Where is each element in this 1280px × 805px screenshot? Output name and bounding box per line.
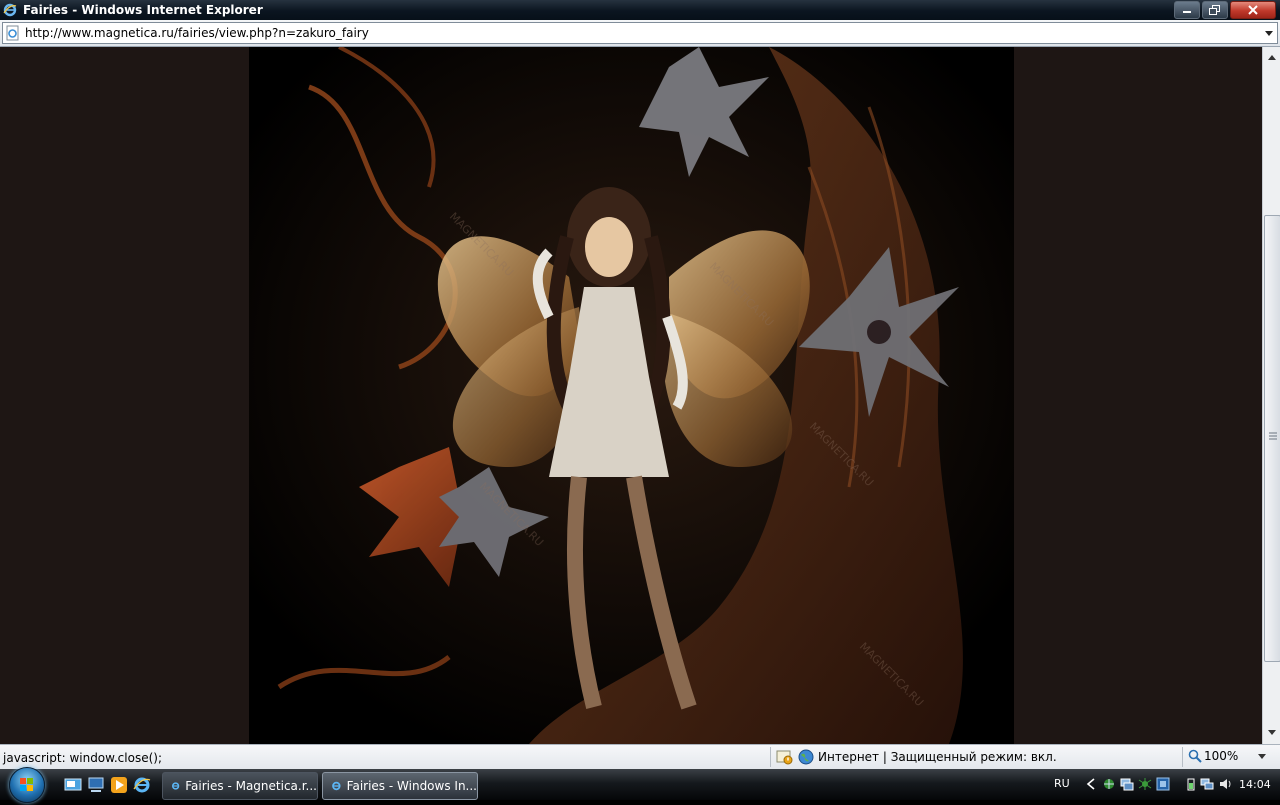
address-field[interactable]: http://www.magnetica.ru/fairies/view.php… [2, 22, 1278, 44]
clock[interactable]: 14:04 [1239, 778, 1271, 791]
restore-icon [1209, 5, 1220, 15]
address-url[interactable]: http://www.magnetica.ru/fairies/view.php… [25, 26, 1261, 40]
window-title: Fairies - Windows Internet Explorer [23, 3, 263, 17]
grip-icon [1269, 432, 1277, 440]
status-divider [1182, 747, 1183, 767]
system-tray: RU 14:04 [1046, 769, 1280, 800]
start-button[interactable] [9, 767, 45, 803]
antivirus-icon[interactable] [1102, 777, 1116, 791]
zoom-level: 100% [1204, 749, 1239, 763]
security-zone[interactable]: Интернет | Защищенный режим: вкл. [776, 749, 1057, 765]
close-button[interactable] [1230, 1, 1276, 19]
media-player-icon[interactable] [110, 776, 128, 794]
scroll-thumb[interactable] [1264, 215, 1280, 662]
status-text: javascript: window.close(); [3, 751, 162, 765]
zone-label: Интернет | Защищенный режим: вкл. [818, 750, 1057, 764]
battery-icon[interactable] [1184, 777, 1198, 791]
ie-icon [3, 3, 17, 17]
minimize-button[interactable] [1174, 1, 1200, 19]
connection-icon[interactable] [1156, 777, 1170, 791]
spider-icon[interactable] [1138, 777, 1152, 791]
ie-icon [332, 781, 341, 791]
chevron-up-icon [1268, 54, 1276, 60]
taskbar-task-ie-window[interactable]: Fairies - Windows In... [322, 772, 478, 800]
restore-button[interactable] [1202, 1, 1228, 19]
ie-icon[interactable] [133, 776, 151, 794]
minimize-icon [1183, 11, 1191, 13]
page-icon [6, 25, 19, 41]
network-icon[interactable] [1120, 777, 1134, 791]
show-desktop-icon[interactable] [64, 776, 82, 794]
switch-windows-icon[interactable] [87, 776, 105, 794]
scroll-down-button[interactable] [1264, 724, 1280, 740]
chevron-down-icon [1265, 30, 1273, 36]
network-status-icon[interactable] [1200, 777, 1214, 791]
chevron-down-icon [1268, 729, 1276, 735]
ie-icon [171, 782, 180, 790]
status-divider [770, 747, 771, 767]
close-icon [1248, 5, 1258, 15]
globe-icon [798, 749, 814, 765]
title-bar: Fairies - Windows Internet Explorer [0, 0, 1280, 20]
task-label: Fairies - Magnetica.r... [185, 779, 317, 793]
windows-logo-icon [20, 778, 33, 791]
zoom-icon [1188, 749, 1202, 763]
protected-mode-icon [776, 750, 793, 765]
zoom-control[interactable]: 100% [1188, 749, 1267, 763]
taskbar: Fairies - Magnetica.r... Fairies - Windo… [0, 767, 1280, 803]
taskbar-task-magnetica[interactable]: Fairies - Magnetica.r... [162, 772, 318, 800]
volume-icon[interactable] [1218, 777, 1232, 791]
address-bar: http://www.magnetica.ru/fairies/view.php… [0, 20, 1280, 47]
status-bar: javascript: window.close(); Интернет | З… [0, 744, 1280, 770]
page-content: MAGNETICA.RU MAGNETICA.RU MAGNETICA.RU M… [0, 47, 1262, 744]
scroll-up-button[interactable] [1264, 49, 1280, 65]
vertical-scrollbar[interactable] [1262, 47, 1280, 744]
address-dropdown-button[interactable] [1261, 24, 1277, 42]
task-label: Fairies - Windows In... [346, 779, 477, 793]
chevron-down-icon[interactable] [1258, 753, 1267, 759]
fairy-artwork-image: MAGNETICA.RU MAGNETICA.RU MAGNETICA.RU M… [249, 47, 1014, 744]
language-indicator[interactable]: RU [1054, 777, 1070, 790]
chevron-left-icon[interactable] [1084, 777, 1098, 791]
